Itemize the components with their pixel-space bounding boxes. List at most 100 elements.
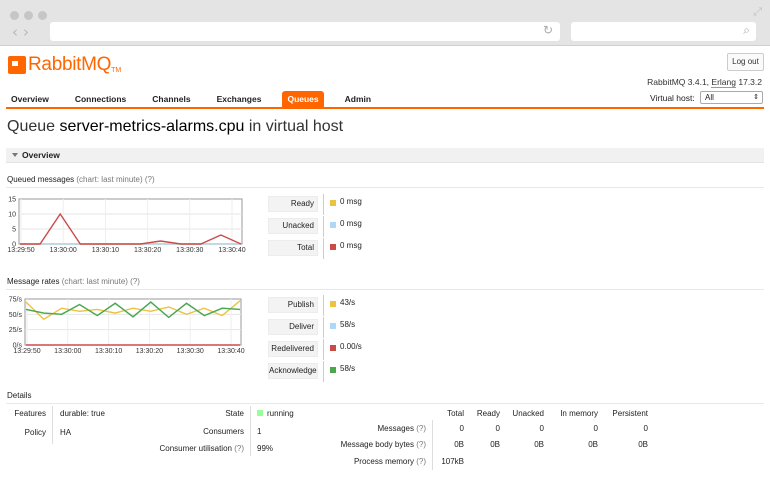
erlang-version: 17.3.2 (736, 77, 762, 87)
tab-channels[interactable]: Channels (147, 91, 195, 108)
legend-value: 58/s (340, 364, 356, 373)
stats-header-ready: Ready (476, 409, 500, 418)
x-tick-label: 13:29:50 (7, 247, 34, 254)
stats-header-in-memory: In memory (560, 409, 598, 418)
x-tick-label: 13:30:10 (95, 348, 122, 355)
process-memory-text: Process memory (353, 457, 414, 466)
section-divider (6, 403, 764, 404)
messages-total: 0 (459, 424, 464, 433)
policy-value[interactable]: HA (60, 428, 71, 437)
browser-search-bar[interactable]: ⌕ (571, 22, 756, 41)
body-bytes-text: Message body bytes (340, 440, 414, 449)
process-memory-value: 107kB (441, 457, 464, 466)
consumer-utilisation-label: Consumer utilisation (?) (130, 444, 245, 453)
legend-swatch (330, 345, 336, 351)
window-minimize-dot[interactable] (24, 11, 33, 20)
message-rates-chart: 75/s50/s25/s0/s13:29:50 13:30:00 13:30:10 1… (9, 297, 245, 356)
messages-unacked: 0 (539, 424, 544, 433)
rabbit-logo-icon (8, 56, 26, 74)
legend-label: Acknowledge (268, 363, 318, 379)
legend-swatch (330, 367, 336, 373)
y-tick-label: 15 (8, 197, 16, 204)
x-tick-label: 13:30:00 (50, 247, 77, 254)
legend-label: Deliver (268, 319, 318, 335)
rabbitmq-logo[interactable]: RabbitMQ TM (8, 53, 121, 77)
tab-exchanges[interactable]: Exchanges (212, 91, 267, 108)
tab-overview[interactable]: Overview (6, 91, 54, 108)
queued-messages-chart: 15105013:29:50 13:30:00 13:30:10 13:30:20 13… (7, 197, 245, 255)
body-bytes-total: 0B (454, 440, 464, 449)
legend-label: Ready (268, 196, 318, 212)
vhost-label: Virtual host: (650, 93, 695, 103)
body-bytes-ready: 0B (490, 440, 500, 449)
consumers-value: 1 (257, 427, 262, 436)
overview-section-toggle[interactable]: Overview (6, 148, 764, 163)
state-label: State (225, 409, 244, 418)
back-forward-icon[interactable]: ‹› (12, 23, 34, 41)
window-zoom-dot[interactable] (38, 11, 47, 20)
details-heading: Details (7, 391, 32, 400)
x-tick-label: 13:30:30 (177, 348, 204, 355)
y-tick-label: 5 (12, 227, 16, 234)
title-suffix: in virtual host (244, 118, 344, 135)
address-bar[interactable]: ↻ (50, 22, 560, 41)
erlang-link[interactable]: Erlang (711, 77, 736, 88)
rates-heading-text: Message rates (7, 277, 60, 286)
version-info: RabbitMQ 3.4.1, Erlang 17.3.2 (647, 77, 762, 88)
y-tick-label: 75/s (9, 297, 23, 304)
messages-persistent: 0 (643, 424, 648, 433)
tab-connections[interactable]: Connections (70, 91, 131, 108)
rates-heading-note[interactable]: (chart: last minute) (?) (62, 277, 140, 286)
y-tick-label: 25/s (9, 327, 23, 334)
legend-label: Publish (268, 297, 318, 313)
vhost-select[interactable]: All ⇕ (700, 91, 763, 104)
tab-queues[interactable]: Queues (282, 91, 324, 108)
utilisation-help[interactable]: (?) (234, 444, 244, 453)
features-key: durable: (60, 409, 89, 418)
x-tick-label: 13:30:20 (136, 348, 163, 355)
select-arrows-icon: ⇕ (753, 94, 759, 101)
legend-value: 58/s (340, 320, 356, 329)
title-prefix: Queue (7, 118, 60, 135)
process-memory-help[interactable]: (?) (416, 457, 426, 466)
tab-admin[interactable]: Admin (340, 91, 376, 108)
state-text: running (267, 409, 294, 418)
queued-heading-note[interactable]: (chart: last minute) (?) (76, 175, 154, 184)
legend-separator (323, 361, 324, 382)
message-rates-heading: Message rates (chart: last minute) (?) (7, 277, 140, 286)
features-label: Features (14, 409, 46, 418)
fullscreen-icon[interactable]: ⤢ (753, 6, 762, 19)
legend-value: 0 msg (340, 241, 362, 250)
body-bytes-in-memory: 0B (588, 440, 598, 449)
window-close-dot[interactable] (10, 11, 19, 20)
legend-swatch (330, 244, 336, 250)
search-icon: ⌕ (743, 23, 750, 37)
legend-swatch (330, 323, 336, 329)
messages-help[interactable]: (?) (416, 424, 426, 433)
legend-separator (323, 216, 324, 237)
legend-value: 0 msg (340, 219, 362, 228)
legend-label: Total (268, 240, 318, 256)
nav-underline (6, 107, 764, 109)
x-tick-label: 13:30:30 (176, 247, 203, 254)
section-divider (6, 187, 764, 188)
body-bytes-help[interactable]: (?) (416, 440, 426, 449)
y-tick-label: 10 (8, 212, 16, 219)
y-tick-label: 50/s (9, 312, 23, 319)
legend-separator (323, 295, 324, 316)
x-tick-label: 13:30:40 (217, 348, 244, 355)
body-bytes-persistent: 0B (638, 440, 648, 449)
plot-area (24, 298, 242, 346)
legend-swatch (330, 222, 336, 228)
running-indicator-icon (257, 410, 263, 416)
overview-section-label: Overview (22, 150, 60, 160)
messages-in-memory: 0 (593, 424, 598, 433)
legend-value: 0 msg (340, 197, 362, 206)
logout-button[interactable]: Log out (727, 53, 764, 71)
logo-text: RabbitMQ (28, 54, 112, 75)
legend-separator (323, 194, 324, 215)
legend-separator (323, 238, 324, 259)
x-tick-label: 13:30:40 (218, 247, 245, 254)
process-memory-label: Process memory (?) (300, 457, 426, 466)
reload-icon[interactable]: ↻ (543, 23, 553, 37)
